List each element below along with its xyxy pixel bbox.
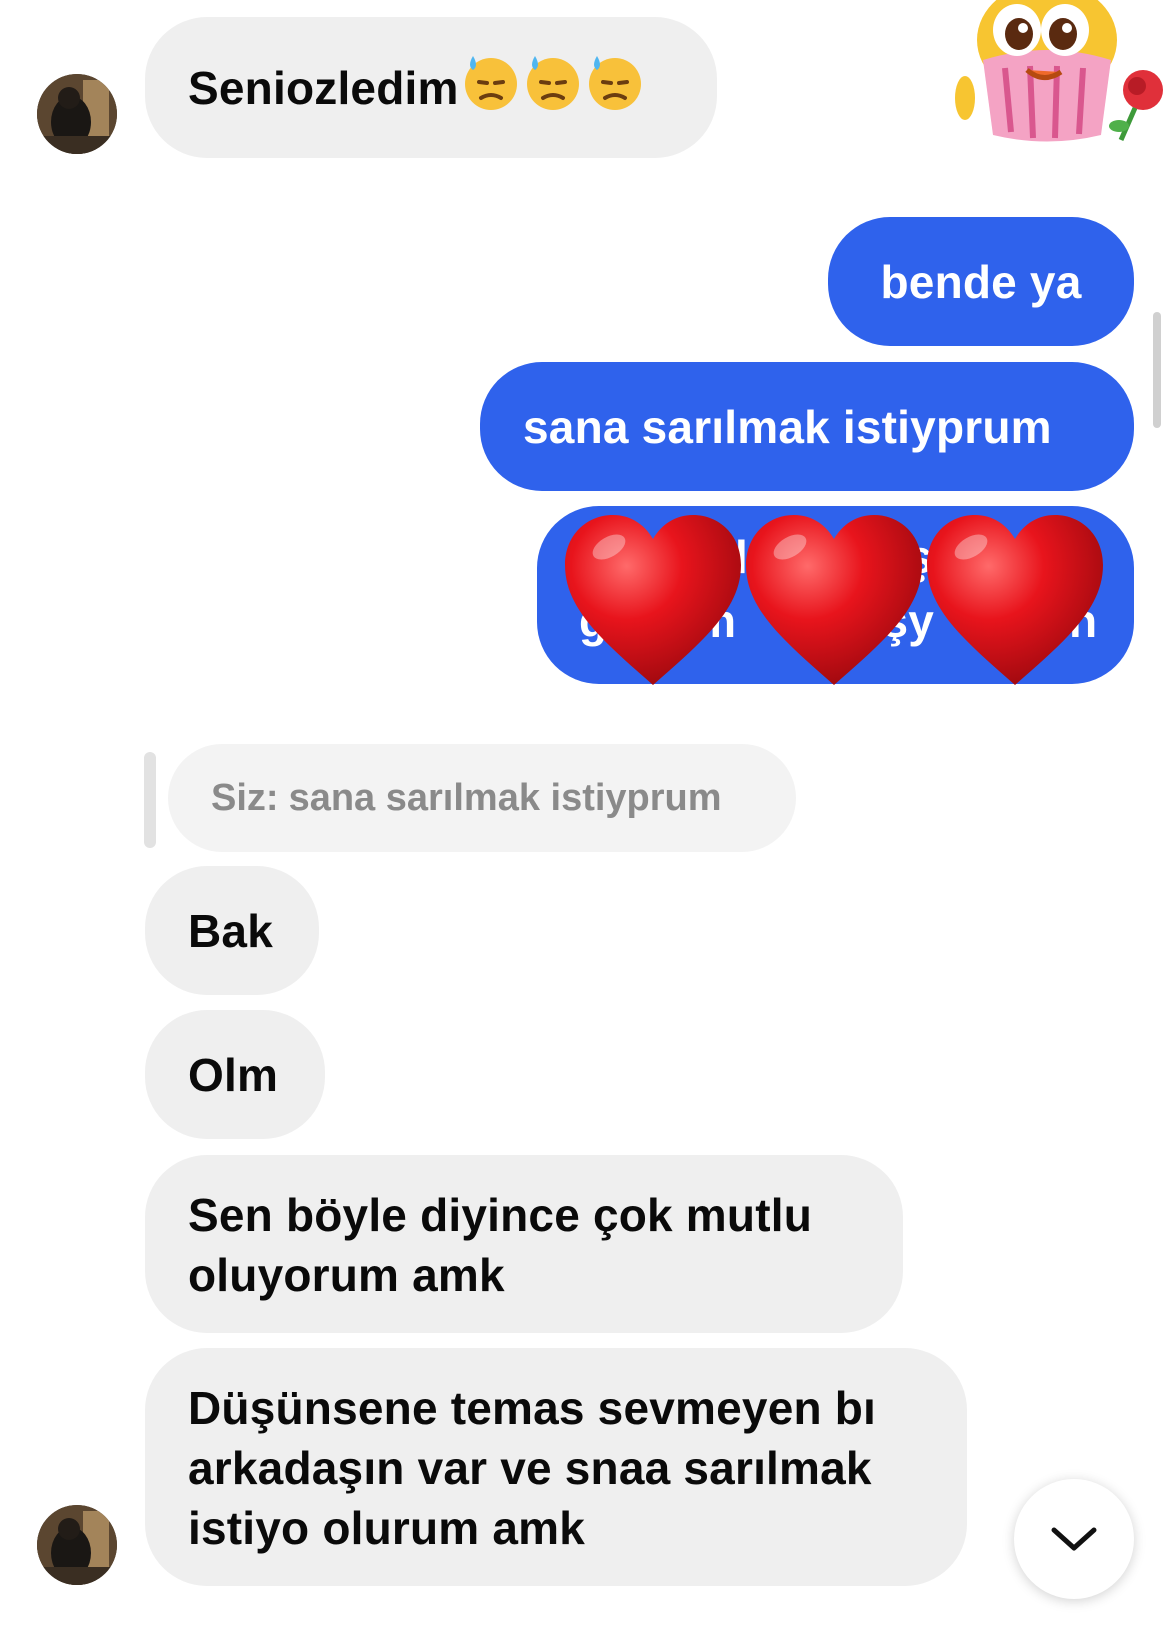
reply-prefix: Siz: — [211, 776, 279, 819]
message-text-line: Düşünsene temas sevmeyen bı — [188, 1382, 877, 1434]
incoming-message[interactable]: Düşünsene temas sevmeyen bı arkadaşın va… — [145, 1348, 967, 1586]
message-text-line: istiyo olurum amk — [188, 1502, 586, 1554]
incoming-message[interactable]: Olm — [145, 1010, 325, 1139]
incoming-message[interactable]: Sen böyle diyince çok mutlu oluyorum amk — [145, 1155, 903, 1333]
message-text-line: arkadaşın var ve snaa sarılmak — [188, 1442, 872, 1494]
message-text: Bak — [188, 904, 273, 957]
outgoing-message[interactable]: bende ya — [828, 217, 1134, 346]
heart-icon — [565, 515, 741, 685]
reply-quote[interactable]: Siz: sana sarılmak istiyprum — [168, 744, 796, 852]
downcast-sweat-face-icon — [585, 52, 645, 123]
message-text: sana sarılmak istiyprum — [523, 400, 1052, 453]
downcast-sweat-face-icon — [523, 52, 583, 123]
message-text-line: oluyorum amk — [188, 1249, 505, 1301]
message-text: Seniozledim — [188, 61, 459, 114]
contact-avatar[interactable] — [37, 1505, 117, 1585]
reply-quoted-text: sana sarılmak istiyprum — [288, 776, 722, 819]
downcast-sweat-face-icon — [461, 52, 521, 123]
message-text-line: Sen böyle diyince çok mutlu — [188, 1189, 812, 1241]
outgoing-message[interactable]: sana sarılmak istiyprum — [480, 362, 1134, 491]
reply-indicator-bar — [144, 752, 156, 848]
heart-reaction-overlay — [563, 513, 1103, 698]
heart-icon — [746, 515, 922, 685]
scrollbar[interactable] — [1153, 312, 1161, 428]
incoming-message[interactable]: Bak — [145, 866, 319, 995]
scroll-to-bottom-button[interactable] — [1014, 1479, 1134, 1599]
heart-icon — [927, 515, 1103, 685]
chevron-down-icon — [1051, 1527, 1097, 1551]
message-text: Olm — [188, 1048, 279, 1101]
message-text: bende ya — [880, 255, 1082, 308]
contact-avatar[interactable] — [37, 74, 117, 154]
incoming-message[interactable]: Seniozledim — [145, 17, 717, 158]
sticker-cupcake-icon[interactable] — [935, 0, 1170, 160]
